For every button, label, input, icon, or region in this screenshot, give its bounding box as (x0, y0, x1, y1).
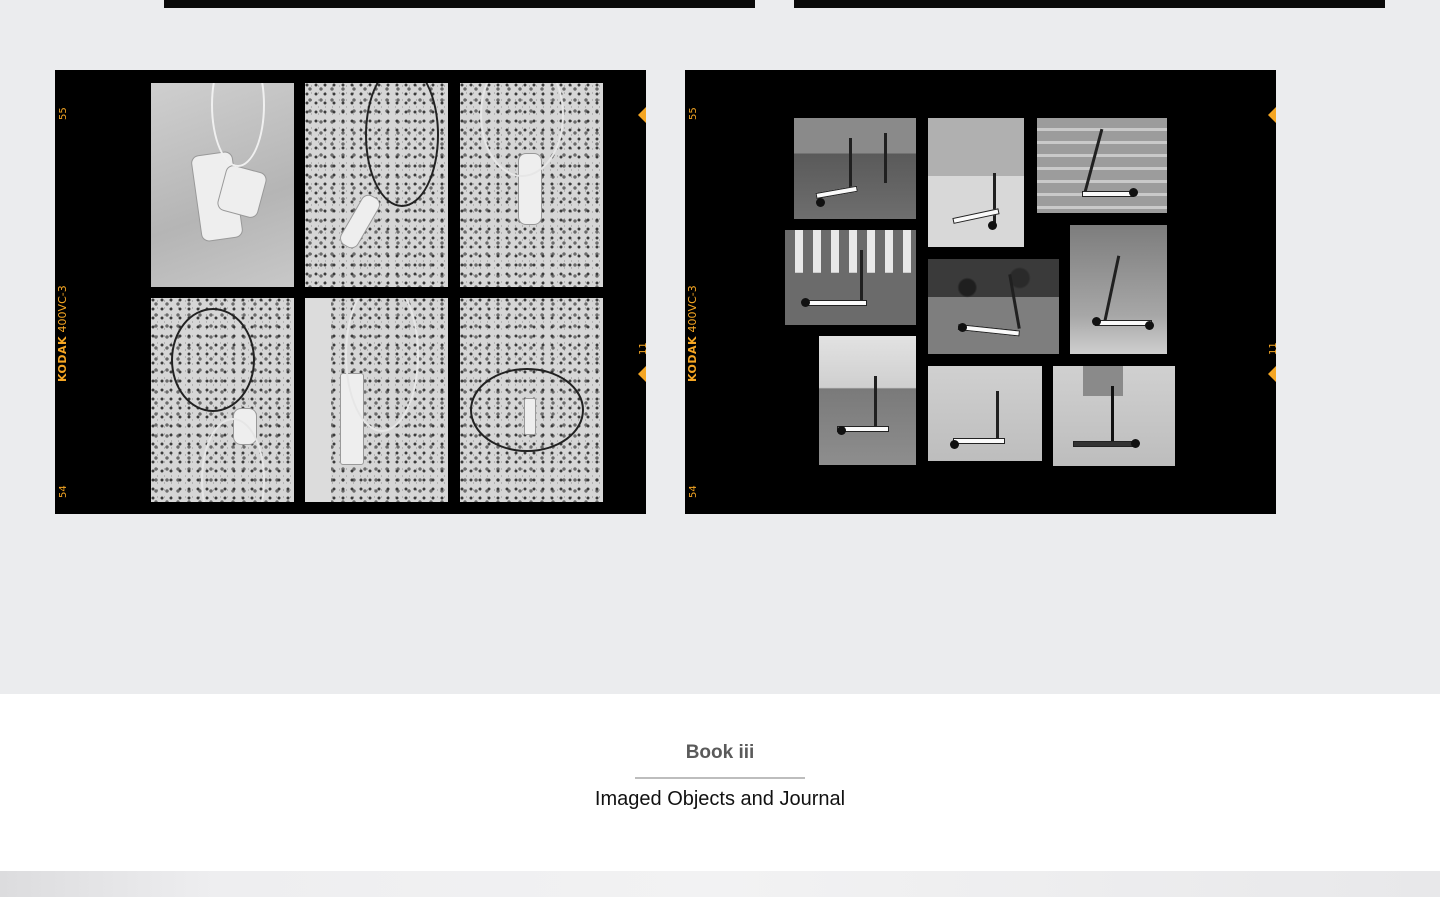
power-strip (337, 191, 383, 252)
scooter-deck (1082, 191, 1134, 197)
scooter (860, 250, 863, 305)
film-brand: KODAK (686, 335, 699, 382)
photo-scooter-6[interactable] (1070, 225, 1167, 354)
scooter-deck (1073, 441, 1135, 447)
photo-cord-5[interactable] (305, 298, 448, 502)
power-strip (524, 398, 536, 435)
scooter (1111, 386, 1114, 446)
scooter (874, 376, 877, 431)
photo-scooter-8[interactable] (928, 366, 1042, 461)
photo-gallery: 55 KODAK 400VC-3 54 11 55 KODAK 400VC-3 … (0, 0, 1440, 694)
scooter-wheel (801, 298, 810, 307)
cable (171, 308, 255, 412)
film-type: 400VC-3 (686, 285, 699, 333)
scooter-deck (953, 438, 1005, 444)
frame-marker-triangle (1268, 107, 1276, 123)
book-caption: Book iii Imaged Objects and Journal (0, 694, 1440, 871)
tree-trunk (1083, 366, 1123, 396)
scooter (849, 138, 852, 193)
frame-number-right: 11 (638, 342, 646, 355)
scooter (1102, 255, 1121, 325)
frame-number-bottom: 54 (58, 485, 69, 498)
frame-marker-triangle (638, 366, 646, 382)
photo-scooter-9[interactable] (1053, 366, 1175, 466)
book-label: Book iii (685, 742, 755, 763)
scooter-wheel (988, 221, 997, 230)
frame-number-top: 55 (58, 107, 69, 120)
scooter (884, 133, 887, 183)
film-edge-label: KODAK 400VC-3 (686, 285, 699, 382)
photo-scooter-1[interactable] (794, 118, 916, 219)
photo-scooter-7[interactable] (819, 336, 916, 465)
scooter (993, 173, 996, 223)
film-brand: KODAK (56, 335, 69, 382)
previous-sheet-edge-left (164, 0, 755, 8)
scooter-deck (815, 185, 858, 199)
previous-sheet-edge-right (794, 0, 1385, 8)
photo-scooter-4[interactable] (785, 230, 916, 325)
cable (480, 83, 564, 177)
frame-number-bottom: 54 (688, 485, 699, 498)
frame-marker-triangle (1268, 366, 1276, 382)
next-section-edge (0, 871, 1440, 897)
scooter-wheel (1092, 317, 1101, 326)
scooter (996, 391, 999, 441)
scooter-deck (1095, 320, 1152, 326)
photo-scooter-5[interactable] (928, 259, 1059, 354)
scooter-wheel (1145, 321, 1154, 330)
scooter-wheel (1129, 188, 1138, 197)
photo-cord-6[interactable] (460, 298, 603, 502)
contact-sheet-cords[interactable]: 55 KODAK 400VC-3 54 11 (55, 70, 646, 514)
film-type: 400VC-3 (56, 285, 69, 333)
scooter-deck (805, 300, 867, 306)
photo-cord-2[interactable] (305, 83, 448, 287)
contact-sheet-scooters[interactable]: 55 KODAK 400VC-3 54 11 (685, 70, 1276, 514)
scooter-wheel (950, 440, 959, 449)
door-frame (305, 298, 331, 502)
photo-scooter-3[interactable] (1037, 118, 1167, 213)
frame-number-top: 55 (688, 107, 699, 120)
scooter-wheel (837, 426, 846, 435)
scooter-wheel (816, 198, 825, 207)
scooter (1083, 128, 1104, 193)
frame-number-right: 11 (1268, 342, 1276, 355)
scooter-wheel (958, 323, 967, 332)
scooter (1008, 274, 1021, 329)
photo-cord-3[interactable] (460, 83, 603, 287)
cable (345, 298, 419, 432)
frame-marker-triangle (638, 107, 646, 123)
scooter-deck (957, 324, 1020, 337)
cable (365, 83, 439, 207)
photo-scooter-2[interactable] (928, 118, 1024, 247)
caption-divider (635, 777, 805, 779)
book-title: Imaged Objects and Journal (594, 788, 846, 810)
photo-cord-4[interactable] (151, 298, 294, 502)
photo-cord-1[interactable] (151, 83, 294, 287)
scooter-wheel (1131, 439, 1140, 448)
film-edge-label: KODAK 400VC-3 (56, 285, 69, 382)
